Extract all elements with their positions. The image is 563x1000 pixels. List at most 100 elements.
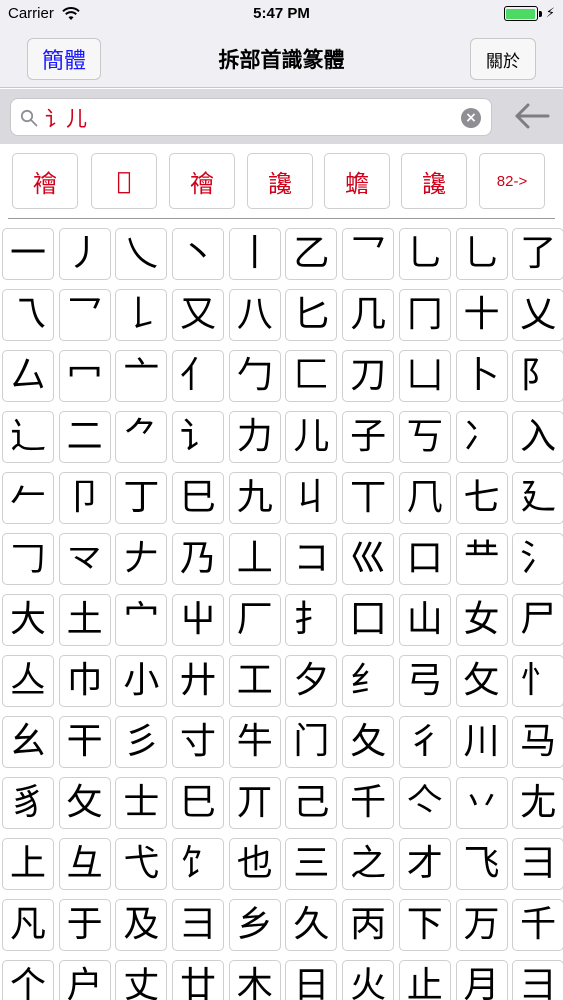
component-key[interactable]: 廾: [172, 655, 225, 707]
component-key[interactable]: 饣: [172, 838, 225, 890]
component-key[interactable]: 攵: [58, 777, 111, 829]
component-key[interactable]: 一: [2, 228, 54, 280]
component-key[interactable]: 刀: [342, 350, 395, 402]
component-key[interactable]: 木: [228, 960, 281, 1000]
result-char-button[interactable]: 襘: [12, 153, 78, 209]
component-key[interactable]: 弋: [115, 838, 168, 890]
component-key[interactable]: 八: [228, 289, 281, 341]
component-key[interactable]: 𠂉: [2, 472, 54, 524]
component-key[interactable]: 屮: [172, 594, 225, 646]
component-key[interactable]: 卩: [58, 472, 111, 524]
component-key[interactable]: 亠: [115, 350, 168, 402]
component-key[interactable]: 丈: [115, 960, 168, 1000]
component-key[interactable]: 巛: [342, 533, 395, 585]
component-key[interactable]: 丙: [342, 899, 395, 951]
component-key[interactable]: 丄: [228, 533, 281, 585]
component-key[interactable]: 𠂇: [115, 533, 168, 585]
component-key[interactable]: 山: [398, 594, 451, 646]
component-key[interactable]: 亽: [398, 777, 451, 829]
component-key[interactable]: 囗: [342, 594, 395, 646]
component-key[interactable]: 下: [398, 899, 451, 951]
component-key[interactable]: 乃: [172, 533, 225, 585]
component-key[interactable]: 又: [172, 289, 225, 341]
component-key[interactable]: 弓: [398, 655, 451, 707]
component-key[interactable]: 止: [398, 960, 451, 1000]
component-key[interactable]: 丩: [285, 472, 338, 524]
component-key[interactable]: 乚: [455, 228, 508, 280]
component-key[interactable]: 彑: [58, 838, 111, 890]
component-key[interactable]: 讠: [172, 411, 225, 463]
search-input[interactable]: [45, 103, 445, 133]
component-key[interactable]: 马: [512, 716, 563, 768]
component-key[interactable]: 千: [342, 777, 395, 829]
component-key[interactable]: 巾: [58, 655, 111, 707]
component-key[interactable]: 丌: [228, 777, 281, 829]
component-key[interactable]: 攵: [455, 655, 508, 707]
component-key[interactable]: 乀: [115, 228, 168, 280]
component-key[interactable]: 上: [2, 838, 54, 890]
component-key[interactable]: 勹: [228, 350, 281, 402]
component-key[interactable]: 十: [455, 289, 508, 341]
component-key[interactable]: 乁: [2, 289, 54, 341]
component-key[interactable]: 才: [398, 838, 451, 890]
component-key[interactable]: 九: [228, 472, 281, 524]
component-key[interactable]: 大: [2, 594, 54, 646]
component-key[interactable]: 小: [115, 655, 168, 707]
component-key[interactable]: 扌: [285, 594, 338, 646]
component-key[interactable]: 了: [512, 228, 563, 280]
component-key[interactable]: 幺: [2, 716, 54, 768]
component-key[interactable]: 彐: [512, 838, 563, 890]
component-key[interactable]: 士: [115, 777, 168, 829]
component-key[interactable]: 彐: [512, 960, 563, 1000]
component-key[interactable]: 丁: [115, 472, 168, 524]
result-char-button[interactable]: 蟾: [324, 153, 390, 209]
component-key[interactable]: 亼: [2, 655, 54, 707]
component-key[interactable]: 个: [2, 960, 54, 1000]
component-key[interactable]: 宀: [115, 594, 168, 646]
component-key[interactable]: 门: [285, 716, 338, 768]
component-key[interactable]: 己: [285, 777, 338, 829]
component-key[interactable]: 尢: [512, 777, 563, 829]
component-key[interactable]: ⺈: [115, 411, 168, 463]
component-key[interactable]: 寸: [172, 716, 225, 768]
more-results-button[interactable]: 82->: [479, 153, 545, 209]
component-key[interactable]: 三: [285, 838, 338, 890]
component-key[interactable]: 冖: [58, 350, 111, 402]
component-key[interactable]: 口: [398, 533, 451, 585]
component-key[interactable]: 凡: [2, 899, 54, 951]
component-key[interactable]: 二: [58, 411, 111, 463]
component-key[interactable]: 几: [342, 289, 395, 341]
component-key[interactable]: 龷: [455, 533, 508, 585]
component-key[interactable]: 工: [228, 655, 281, 707]
component-key[interactable]: 𠄌: [115, 289, 168, 341]
component-key[interactable]: 厂: [228, 594, 281, 646]
component-key[interactable]: 彡: [115, 716, 168, 768]
component-key[interactable]: 乙: [285, 228, 338, 280]
component-key[interactable]: 冂: [398, 289, 451, 341]
component-key[interactable]: 丨: [228, 228, 281, 280]
component-key[interactable]: 久: [285, 899, 338, 951]
component-key[interactable]: 日: [285, 960, 338, 1000]
search-field-container[interactable]: ×: [10, 98, 492, 136]
component-key[interactable]: コ: [285, 533, 338, 585]
component-key[interactable]: 牛: [228, 716, 281, 768]
component-key[interactable]: 万: [455, 899, 508, 951]
component-key[interactable]: 丅: [342, 472, 395, 524]
component-key[interactable]: 𠘨: [398, 472, 451, 524]
component-key[interactable]: 于: [58, 899, 111, 951]
result-char-button[interactable]: 讒: [247, 153, 313, 209]
component-key[interactable]: 户: [58, 960, 111, 1000]
component-key[interactable]: 彳: [398, 716, 451, 768]
component-key[interactable]: 纟: [342, 655, 395, 707]
component-key[interactable]: 𠃌: [2, 533, 54, 585]
component-key[interactable]: 厶: [2, 350, 54, 402]
component-key[interactable]: 巳: [172, 472, 225, 524]
component-key[interactable]: 忄: [512, 655, 563, 707]
component-key[interactable]: 乂: [512, 289, 563, 341]
result-char-button[interactable]: 禬: [169, 153, 235, 209]
component-key[interactable]: 丿: [58, 228, 111, 280]
result-char-button[interactable]: 讒: [401, 153, 467, 209]
component-key[interactable]: 月: [455, 960, 508, 1000]
component-key[interactable]: 及: [115, 899, 168, 951]
component-key[interactable]: 匚: [285, 350, 338, 402]
